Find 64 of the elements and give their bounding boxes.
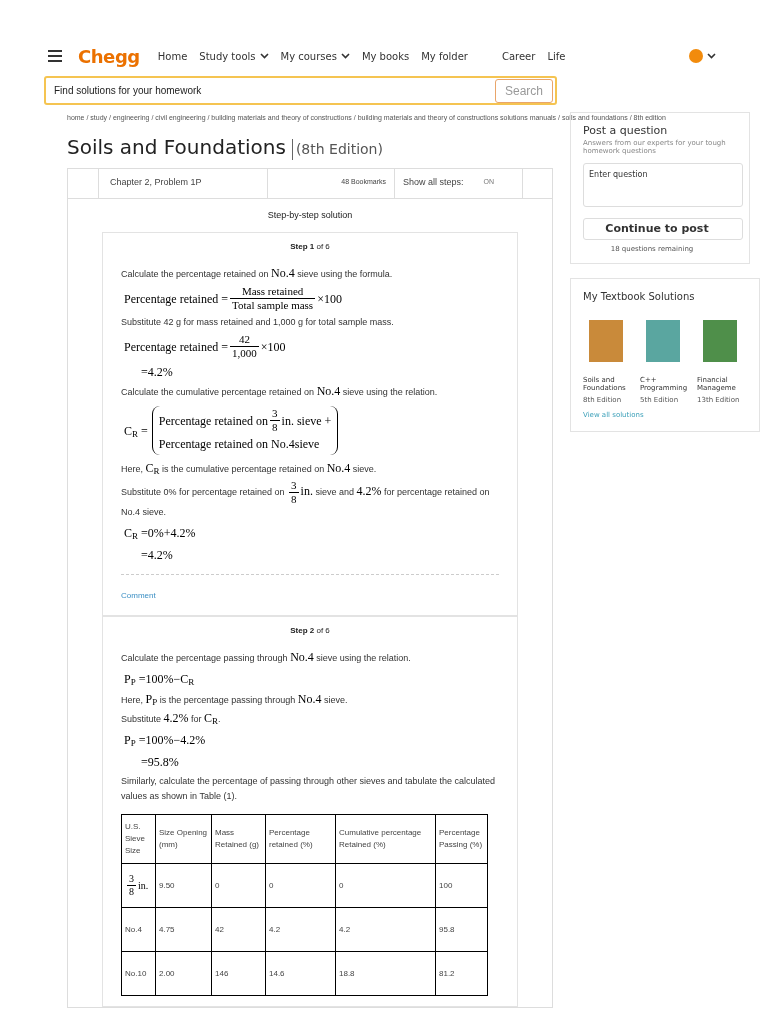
equation: =4.2%: [141, 364, 173, 381]
card-title: Post a question: [583, 122, 669, 139]
table-cell: 4.2: [335, 907, 436, 952]
step-title: Step 1 of 6: [290, 241, 330, 253]
avatar[interactable]: [689, 49, 703, 63]
table-cell: 42: [211, 907, 266, 952]
table-cell: 18.8: [335, 951, 436, 996]
continue-button[interactable]: Continue to post: [583, 218, 743, 240]
caret-icon: [259, 53, 269, 59]
show-steps-label: Show all steps:: [403, 175, 464, 189]
card-title: My Textbook Solutions: [583, 289, 696, 304]
table-cell: 4.2: [265, 907, 336, 952]
table-cell: 0: [211, 863, 266, 908]
equation: =95.8%: [141, 754, 179, 771]
equation: =4.2%: [141, 547, 173, 564]
nav-link[interactable]: My courses: [280, 48, 350, 64]
table-header: Mass Retained (g): [211, 814, 266, 864]
table-header: Cumulative percentage Retained (%): [335, 814, 436, 864]
table-header: U.S. Sieve Size: [121, 814, 156, 864]
nav-link[interactable]: Study tools: [199, 48, 269, 64]
table-cell: 0: [265, 863, 336, 908]
nav-link[interactable]: Home: [157, 48, 188, 64]
table-cell: 2.00: [155, 951, 212, 996]
table-header: Size Opening (mm): [155, 814, 212, 864]
solution-text: Here, P$_{P}$ is the percentage passing through No.4 sieve.: [121, 692, 349, 708]
table-header: Percentage retained (%): [265, 814, 336, 864]
solution-heading: Step-by-step solution: [267, 208, 353, 222]
step-title: Step 2 of 6: [290, 625, 330, 637]
equation: C$_{R}$ =0%+4.2%: [124, 525, 196, 542]
table-cell: 100: [435, 863, 488, 908]
solution-text: Similarly, calculate the percentage of passing through other sieves and tabulate the calculated values as shown in Table (1).: [121, 775, 497, 803]
caret-icon: [340, 53, 350, 59]
table-cell: 146: [211, 951, 266, 996]
solution-text: Calculate the percentage passing through No.4 sieve using the relation.: [121, 650, 412, 666]
book-cover[interactable]: [646, 319, 680, 362]
book-title: Soils and Foundations: [67, 133, 286, 161]
book-edition: (8th Edition): [291, 138, 383, 160]
table-cell: 95.8: [435, 907, 488, 952]
solution-text: Here, C$_{R}$ is the cumulative percentage retained on No.4 sieve.: [121, 461, 378, 477]
menu-icon[interactable]: [48, 50, 62, 62]
nav-link[interactable]: Life: [547, 48, 566, 64]
table-cell: 4.75: [155, 907, 212, 952]
question-field[interactable]: Enter question: [583, 163, 743, 207]
nav-link[interactable]: Career: [501, 48, 536, 64]
solution-text: Calculate the percentage retained on No.4 sieve using the formula.: [121, 266, 394, 282]
equation: P$_{P}$ =100%−C$_{R}$: [124, 671, 195, 688]
nav-link[interactable]: My books: [361, 48, 410, 64]
comment-link[interactable]: Comment: [121, 591, 156, 600]
solution-text: Substitute 4.2% for C$_{R}$.: [121, 711, 222, 727]
solution-text: Calculate the cumulative percentage retained on No.4 sieve using the relation.: [121, 384, 439, 400]
solution-text: Substitute 42 g for mass retained and 1,000 g for total sample mass.: [121, 316, 395, 329]
book-cover[interactable]: [589, 319, 623, 362]
table-cell: 9.50: [155, 863, 212, 908]
table-cell: 0: [335, 863, 436, 908]
nav-link[interactable]: My folder: [421, 48, 468, 64]
table-header: Percentage Passing (%): [435, 814, 488, 864]
table-cell: No.4: [121, 907, 156, 952]
table-cell: 81.2: [435, 951, 488, 996]
caret-icon: [707, 53, 716, 59]
table-cell: No.10: [121, 951, 156, 996]
problem-label: Chapter 2, Problem 1P: [99, 168, 268, 198]
book-cover[interactable]: [703, 319, 737, 362]
equation: P$_{P}$ =100%−4.2%: [124, 732, 206, 749]
table-cell: 14.6: [265, 951, 336, 996]
